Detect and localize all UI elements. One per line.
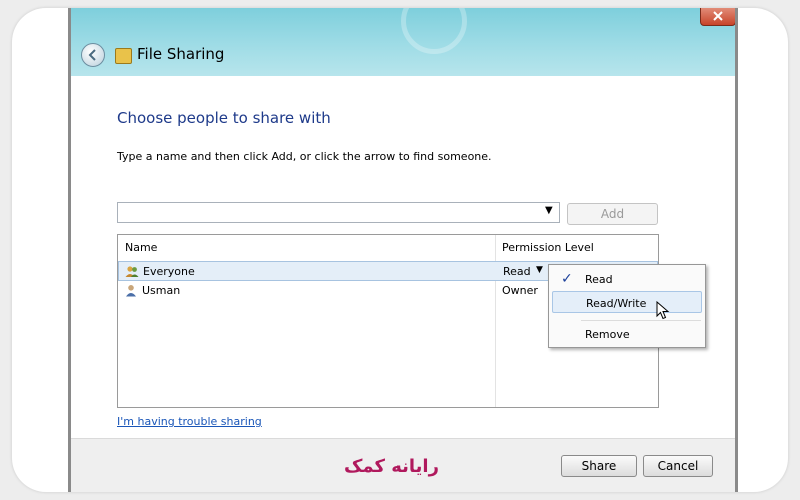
- menu-item-label: Read: [585, 273, 613, 286]
- window-title: File Sharing: [137, 45, 225, 63]
- file-sharing-window: File Sharing Choose people to share with…: [68, 8, 738, 492]
- menu-item-label: Read/Write: [586, 297, 647, 310]
- permission-menu: ✓ Read Read/Write Remove: [548, 264, 706, 348]
- close-icon: [713, 11, 723, 21]
- row-name: Everyone: [143, 265, 195, 278]
- row-permission: Owner: [502, 284, 538, 297]
- instruction-text: Type a name and then click Add, or click…: [117, 150, 492, 163]
- screenshot-frame: File Sharing Choose people to share with…: [12, 8, 788, 492]
- back-button[interactable]: [81, 43, 105, 67]
- menu-separator: [581, 320, 701, 321]
- watermark-logo: رایانه کمک: [344, 456, 439, 477]
- group-icon: [125, 266, 139, 277]
- add-button[interactable]: Add: [567, 203, 658, 225]
- back-arrow-icon: [88, 49, 96, 61]
- title-bar: File Sharing: [71, 8, 735, 76]
- dialog-content: Choose people to share with Type a name …: [71, 76, 735, 438]
- trouble-sharing-link[interactable]: I'm having trouble sharing: [117, 415, 262, 428]
- permission-dropdown-arrow-icon[interactable]: ▼: [536, 265, 543, 275]
- menu-item-label: Remove: [585, 328, 630, 341]
- checkmark-icon: ✓: [561, 271, 573, 287]
- menu-item-remove[interactable]: Remove: [552, 323, 702, 345]
- column-header-name[interactable]: Name: [125, 235, 157, 260]
- share-folder-icon: [115, 48, 132, 64]
- menu-item-read-write[interactable]: Read/Write: [552, 291, 702, 313]
- name-dropdown-arrow-icon[interactable]: ▼: [545, 205, 553, 216]
- cancel-button[interactable]: Cancel: [643, 455, 713, 477]
- row-name: Usman: [142, 284, 181, 297]
- column-header-permission[interactable]: Permission Level: [502, 235, 594, 260]
- menu-item-read[interactable]: ✓ Read: [552, 268, 702, 290]
- share-button[interactable]: Share: [561, 455, 637, 477]
- page-heading: Choose people to share with: [117, 109, 331, 127]
- name-input[interactable]: [117, 202, 560, 223]
- user-icon: [126, 285, 136, 297]
- close-button[interactable]: [700, 8, 735, 26]
- row-permission: Read: [503, 265, 531, 278]
- aero-glare: [401, 8, 467, 54]
- mouse-cursor-icon: [656, 301, 670, 320]
